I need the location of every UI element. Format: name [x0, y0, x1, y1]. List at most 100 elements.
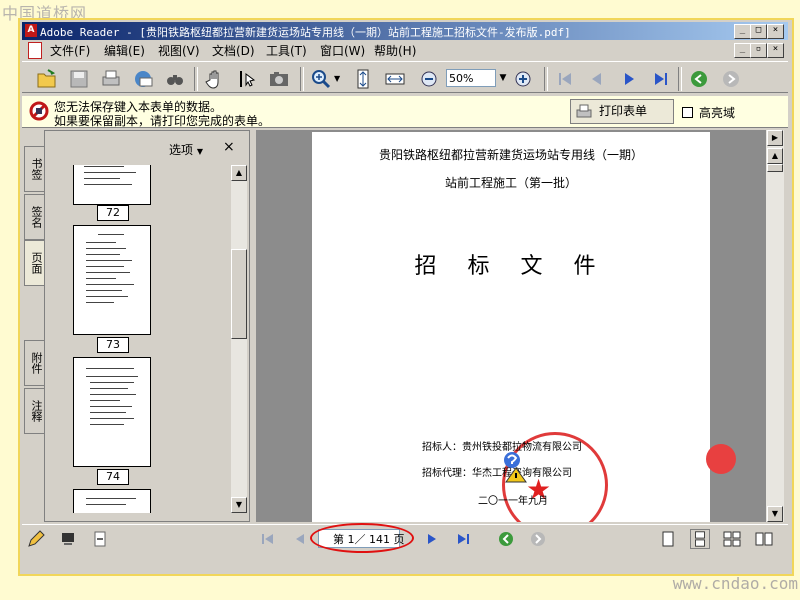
panel-scrollbar[interactable]: ▲ ▼: [231, 165, 247, 513]
menu-window[interactable]: 窗口(W): [320, 42, 365, 59]
watermark-top: 中国道桥网: [2, 4, 88, 23]
tab-pages[interactable]: 页面: [24, 240, 45, 286]
page-thumbnail[interactable]: [73, 225, 151, 335]
no-save-warning-icon: [29, 101, 49, 121]
panel-close-icon[interactable]: ×: [223, 139, 235, 155]
menu-document[interactable]: 文档(D): [212, 42, 255, 59]
status-back-icon[interactable]: [496, 529, 516, 549]
tab-comments[interactable]: 注释: [24, 388, 45, 434]
edit-pencil-icon[interactable]: [26, 529, 46, 549]
highlight-fields-checkbox[interactable]: 高亮域: [682, 104, 735, 121]
fit-page-icon[interactable]: [352, 68, 374, 90]
status-last-page-icon[interactable]: [454, 529, 474, 549]
pdf-page: 贵阳铁路枢纽都拉营新建货运场站专用线（一期） 站前工程施工（第一批） 招 标 文…: [312, 132, 710, 522]
panel-header: 选项 ▼ ×: [45, 131, 249, 161]
tab-attachments[interactable]: 附件: [24, 340, 45, 386]
navigation-tabs: 书签 签名 页面 附件 注释: [22, 130, 45, 522]
doc-scroll-down-arrow-icon[interactable]: ▼: [767, 506, 783, 522]
doc-date: 二〇一一年九月: [478, 496, 548, 507]
highlight-fields-label: 高亮域: [699, 106, 736, 120]
open-icon[interactable]: [36, 68, 58, 90]
email-icon[interactable]: [132, 68, 154, 90]
save-icon[interactable]: [68, 68, 90, 90]
zoom-tool-dropdown-icon[interactable]: ▼: [334, 74, 340, 83]
single-page-icon[interactable]: [658, 529, 678, 549]
zoom-dropdown-icon[interactable]: ▼: [496, 69, 510, 87]
close-button[interactable]: ×: [767, 24, 784, 39]
hand-tool-icon[interactable]: [204, 68, 226, 90]
doc-scroll-thumb[interactable]: [767, 164, 783, 172]
menu-bar: 文件(F) 编辑(E) 视图(V) 文档(D) 工具(T) 窗口(W) 帮助(H…: [22, 40, 788, 60]
status-next-page-icon[interactable]: [422, 529, 442, 549]
scroll-down-arrow-icon[interactable]: ▼: [231, 497, 247, 513]
continuous-facing-icon[interactable]: [754, 529, 774, 549]
menu-view[interactable]: 视图(V): [158, 42, 200, 59]
doc-heading-1: 贵阳铁路枢纽都拉营新建货运场站专用线（一期）: [378, 148, 643, 162]
doc-minimize-button[interactable]: _: [734, 43, 751, 58]
menu-file[interactable]: 文件(F): [50, 42, 90, 59]
doc-agent: 招标代理：华杰工程咨询有限公司: [422, 468, 572, 479]
previous-page-icon[interactable]: [586, 68, 608, 90]
print-icon[interactable]: [100, 68, 122, 90]
menu-help[interactable]: 帮助(H): [374, 42, 416, 59]
print-form-label: 打印表单: [599, 104, 648, 118]
scroll-thumb[interactable]: [231, 249, 247, 339]
status-first-page-icon[interactable]: [258, 529, 278, 549]
menu-tools[interactable]: 工具(T): [266, 42, 307, 59]
document-scrollbar[interactable]: ▶ ▲ ▼: [766, 130, 784, 522]
tab-bookmarks[interactable]: 书签: [24, 146, 45, 192]
doc-close-button[interactable]: ×: [767, 43, 784, 58]
page-info-icon[interactable]: [90, 529, 110, 549]
adobe-reader-icon: A: [25, 24, 37, 37]
status-bar: 第 1／ 141 页: [22, 523, 788, 553]
toolbar: ▼ 50% ▼: [22, 61, 788, 93]
notice-line-2: 如果要保留副本，请打印您完成的表单。: [54, 114, 271, 128]
screen-icon[interactable]: [58, 529, 78, 549]
thumbnail-page-number: 74: [97, 469, 129, 485]
thumbnail-page-number: 72: [97, 205, 129, 221]
pdf-document-icon[interactable]: [28, 42, 42, 59]
zoom-in-icon[interactable]: [512, 68, 534, 90]
thumbnail-page-number: 73: [97, 337, 129, 353]
doc-scroll-up-arrow-icon[interactable]: ▲: [767, 148, 783, 164]
page-thumbnail[interactable]: [73, 357, 151, 467]
zoom-input[interactable]: 50%: [446, 69, 496, 87]
select-text-icon[interactable]: [236, 68, 258, 90]
scroll-up-arrow-icon[interactable]: ▲: [231, 165, 247, 181]
menu-edit[interactable]: 编辑(E): [104, 42, 145, 59]
page-thumbnail[interactable]: [73, 489, 151, 513]
red-annotation-ellipse: [310, 523, 414, 553]
doc-main-title: 招 标 文 件: [414, 254, 608, 279]
print-form-button[interactable]: 打印表单: [570, 99, 674, 124]
thumbnail-list[interactable]: 72 73 74: [55, 165, 225, 513]
go-forward-icon[interactable]: [720, 68, 742, 90]
maximize-button[interactable]: □: [750, 24, 767, 39]
document-view[interactable]: 贵阳铁路枢纽都拉营新建货运场站专用线（一期） 站前工程施工（第一批） 招 标 文…: [256, 130, 766, 522]
continuous-page-icon[interactable]: [690, 529, 710, 549]
minimize-button[interactable]: _: [734, 24, 751, 39]
page-thumbnail[interactable]: [73, 165, 151, 205]
printer-icon: [576, 104, 592, 118]
validation-warning-icon: [504, 452, 527, 483]
fit-width-icon[interactable]: [384, 68, 406, 90]
next-page-icon[interactable]: [618, 68, 640, 90]
snapshot-camera-icon[interactable]: [268, 68, 290, 90]
options-menu[interactable]: 选项 ▼: [169, 141, 203, 158]
zoom-in-tool-icon[interactable]: [310, 68, 332, 90]
facing-pages-icon[interactable]: [722, 529, 742, 549]
options-label: 选项: [169, 143, 194, 157]
doc-scroll-right-arrow-icon[interactable]: ▶: [767, 130, 783, 146]
tab-signatures[interactable]: 签名: [24, 194, 45, 240]
checkbox-box[interactable]: [682, 107, 693, 118]
doc-restore-button[interactable]: ▫: [750, 43, 767, 58]
first-page-icon[interactable]: [554, 68, 576, 90]
options-dropdown-icon: ▼: [196, 147, 203, 156]
go-back-icon[interactable]: [688, 68, 710, 90]
status-forward-icon[interactable]: [528, 529, 548, 549]
zoom-out-icon[interactable]: [418, 68, 440, 90]
form-notice-bar: 您无法保存键入本表单的数据。 如果要保留副本，请打印您完成的表单。 打印表单 高…: [22, 96, 788, 128]
search-binoculars-icon[interactable]: [164, 68, 186, 90]
status-previous-page-icon[interactable]: [290, 529, 310, 549]
last-page-icon[interactable]: [650, 68, 672, 90]
window-title: Adobe Reader - [贵阳铁路枢纽都拉营新建货运场站专用线（一期）站前…: [40, 26, 571, 39]
